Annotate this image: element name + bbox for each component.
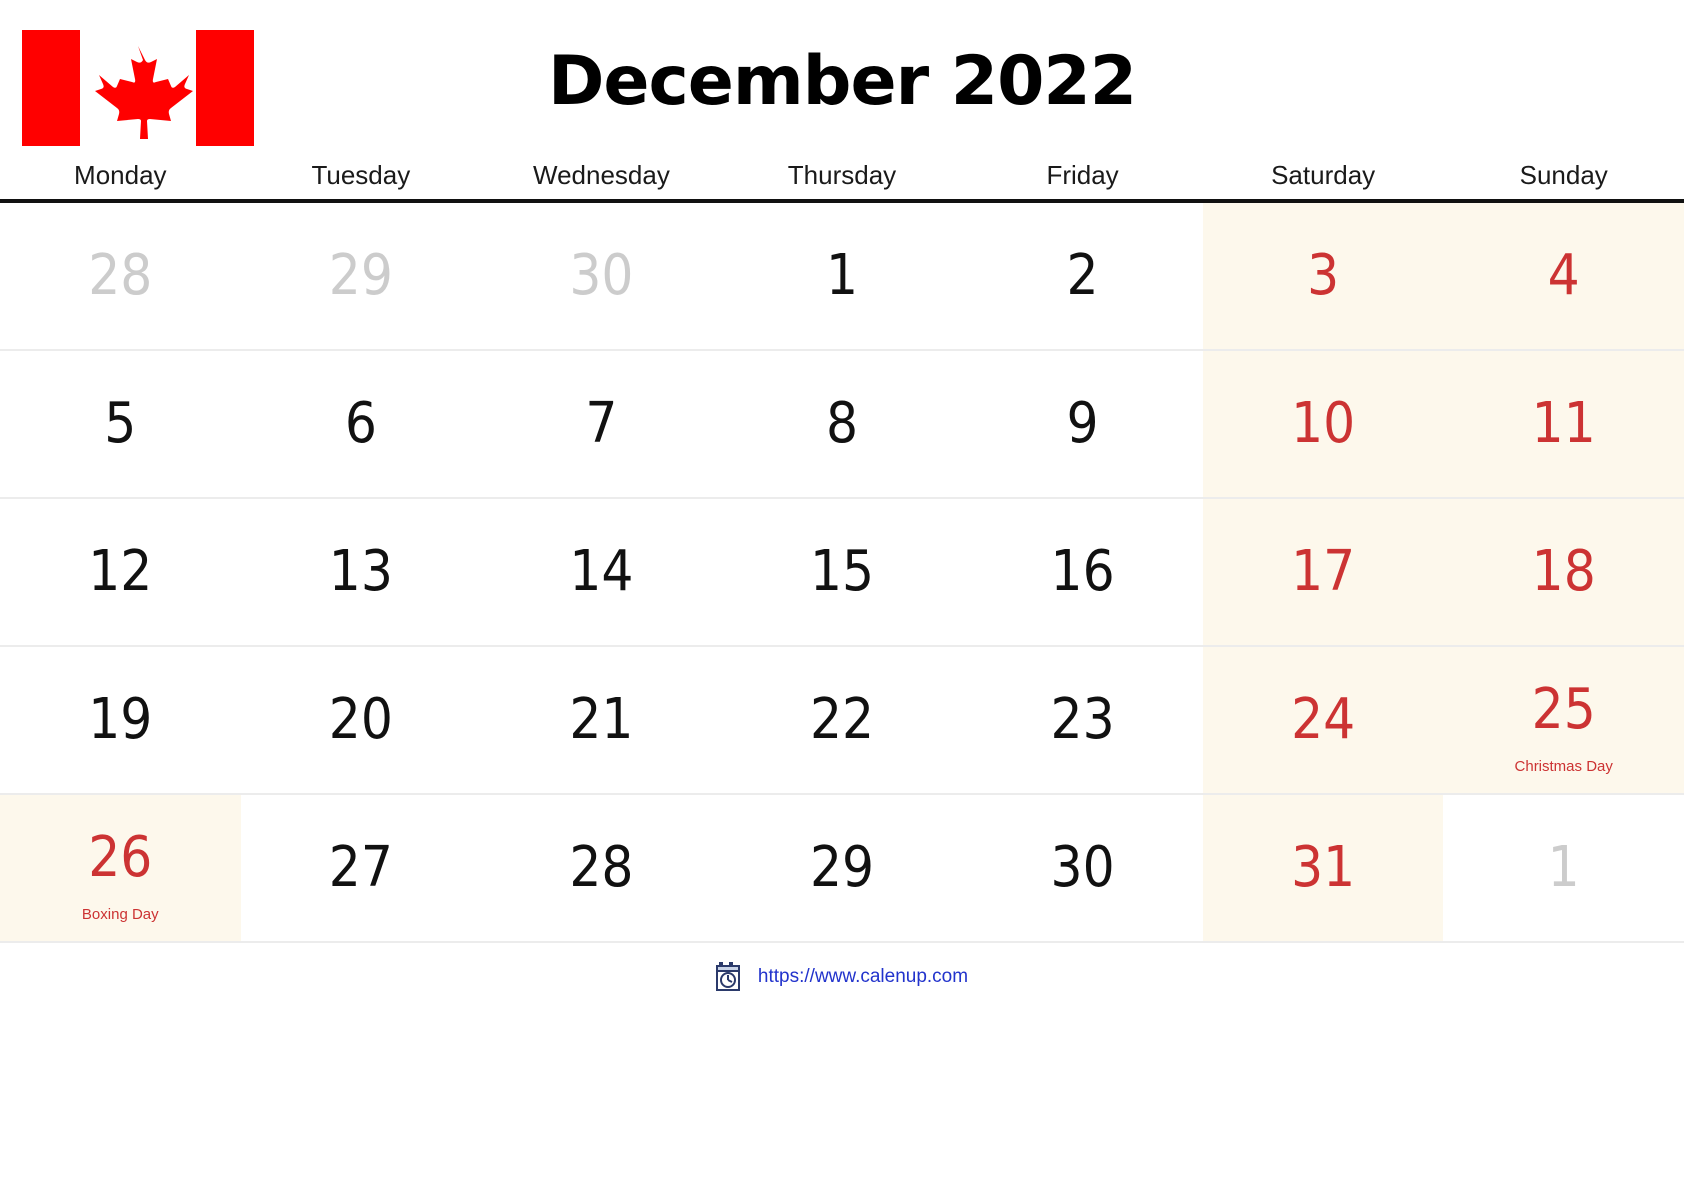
day-cell[interactable]: 21	[481, 647, 722, 795]
holiday-label: Christmas Day	[1514, 758, 1613, 775]
weekday-header-saturday: Saturday	[1271, 160, 1376, 190]
holiday-label: Boxing Day	[81, 906, 159, 923]
day-number: 20	[328, 687, 393, 752]
day-number: 23	[1050, 687, 1115, 752]
day-cell[interactable]: 20	[240, 647, 482, 795]
day-cell[interactable]: 19	[0, 647, 241, 795]
day-number: 28	[569, 835, 634, 900]
day-number: 22	[809, 687, 875, 752]
day-number: 3	[1307, 243, 1340, 308]
day-cell[interactable]: 3	[1202, 203, 1444, 351]
day-number: 29	[328, 243, 393, 308]
day-cell[interactable]: 17	[1202, 499, 1444, 647]
day-cell[interactable]: 12	[0, 499, 241, 647]
day-cell[interactable]: 6	[240, 351, 482, 499]
day-cell[interactable]: 8	[721, 351, 963, 499]
day-cell[interactable]: 23	[962, 647, 1203, 795]
day-cell[interactable]: 22	[721, 647, 963, 795]
day-cell[interactable]: 11	[1443, 351, 1684, 499]
day-number: 1	[1547, 835, 1580, 900]
day-number: 19	[88, 687, 153, 752]
day-number: 10	[1291, 391, 1356, 456]
day-number: 5	[104, 391, 137, 456]
day-cell[interactable]: 9	[962, 351, 1203, 499]
day-number: 30	[569, 243, 634, 308]
weekday-header-friday: Friday	[1046, 160, 1119, 190]
weekday-header-wednesday: Wednesday	[533, 160, 670, 190]
day-cell[interactable]: 10	[1202, 351, 1444, 499]
day-number: 31	[1291, 835, 1356, 900]
footer-url-link[interactable]: https://www.calenup.com	[758, 966, 968, 988]
day-number: 24	[1291, 687, 1356, 752]
day-number: 17	[1291, 539, 1356, 604]
weekday-header-row: Monday Tuesday Wednesday Thursday Friday…	[0, 160, 1684, 203]
day-number: 27	[328, 835, 393, 900]
footer: https://www.calenup.com	[0, 943, 1684, 993]
day-cell[interactable]: 30	[962, 795, 1203, 943]
day-cell[interactable]: 29	[240, 203, 482, 351]
calendar-header: December 2022	[0, 0, 1684, 160]
day-number: 13	[328, 539, 393, 604]
day-cell[interactable]: 13	[240, 499, 482, 647]
day-cell[interactable]: 1	[1443, 795, 1684, 943]
day-cell[interactable]: 28	[0, 203, 241, 351]
day-cell[interactable]: 31	[1202, 795, 1444, 943]
day-number: 1	[825, 243, 859, 308]
day-number: 6	[344, 391, 377, 456]
day-number: 25	[1531, 677, 1596, 742]
day-cell[interactable]: 29	[721, 795, 963, 943]
day-cell[interactable]: 26 Boxing Day	[0, 795, 241, 943]
calendar-clock-icon	[715, 961, 746, 993]
day-number: 12	[88, 539, 153, 604]
weekday-header-monday: Monday	[74, 160, 167, 190]
day-cell[interactable]: 16	[962, 499, 1203, 647]
day-cell[interactable]: 14	[481, 499, 722, 647]
day-number: 9	[1066, 391, 1099, 456]
day-number: 15	[809, 539, 875, 604]
day-number: 21	[569, 687, 634, 752]
day-cell[interactable]: 24	[1202, 647, 1444, 795]
day-number: 16	[1050, 539, 1115, 604]
day-number: 11	[1531, 391, 1596, 456]
weekday-header-sunday: Sunday	[1519, 160, 1608, 190]
day-number: 18	[1531, 539, 1596, 604]
page-title: December 2022	[547, 42, 1137, 121]
day-cell[interactable]: 18	[1443, 499, 1684, 647]
day-number: 4	[1547, 243, 1580, 308]
day-number: 26	[88, 825, 153, 890]
weekday-header-tuesday: Tuesday	[311, 160, 411, 190]
weekday-header-thursday: Thursday	[787, 160, 897, 190]
calendar-grid: 28 29 30 1 2 3 4 5 6 7 8 9 10 11 12 13 14 15 16 17 18 19 20 21 2…	[0, 203, 1684, 943]
day-number: 7	[585, 391, 618, 456]
day-number: 29	[809, 835, 875, 900]
day-number: 2	[1066, 243, 1099, 308]
day-cell[interactable]: 30	[481, 203, 722, 351]
calendar-page: December 2022 Monday Tuesday Wednesday T…	[0, 0, 1684, 1191]
day-number: 28	[88, 243, 153, 308]
day-cell[interactable]: 27	[240, 795, 482, 943]
day-cell[interactable]: 28	[481, 795, 722, 943]
day-cell[interactable]: 5	[0, 351, 241, 499]
day-cell[interactable]: 15	[721, 499, 963, 647]
day-number: 30	[1050, 835, 1115, 900]
day-cell[interactable]: 1	[721, 203, 963, 351]
day-cell[interactable]: 7	[481, 351, 722, 499]
day-cell[interactable]: 25 Christmas Day	[1443, 647, 1684, 795]
day-number: 8	[825, 391, 859, 456]
day-number: 14	[569, 539, 634, 604]
day-cell[interactable]: 4	[1443, 203, 1684, 351]
day-cell[interactable]: 2	[962, 203, 1203, 351]
